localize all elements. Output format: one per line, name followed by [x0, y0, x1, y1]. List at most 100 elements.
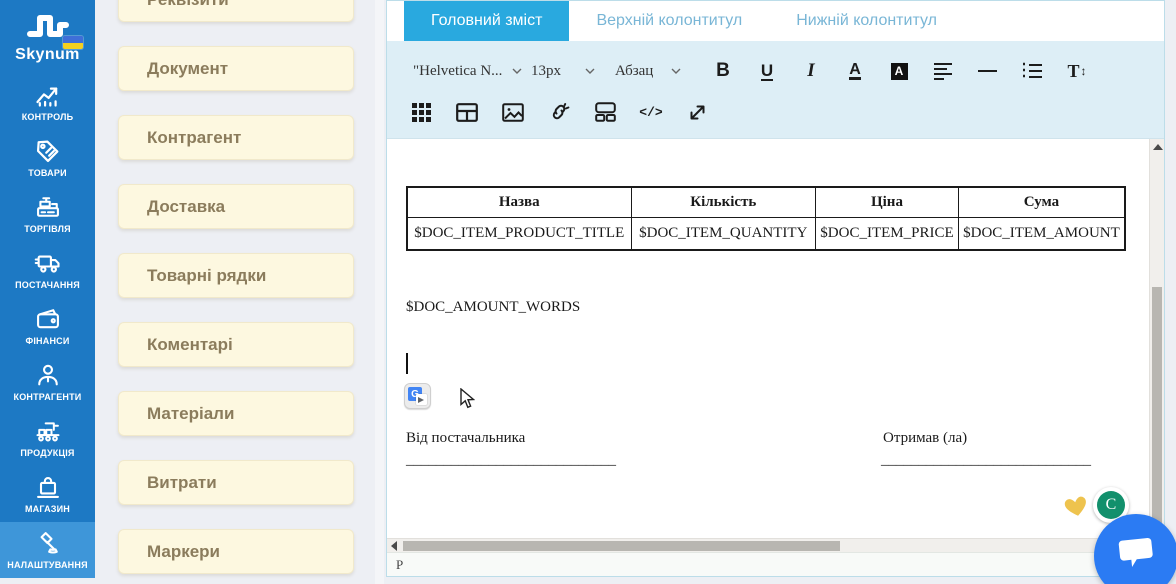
- section-button-markers[interactable]: Маркери: [118, 529, 354, 574]
- sidebar-item-label: ПРОДУКЦІЯ: [20, 448, 75, 458]
- person-icon: [1, 361, 94, 389]
- sidebar-item-counterparties[interactable]: КОНТРАГЕНТИ: [0, 354, 95, 410]
- section-button-expenses[interactable]: Витрати: [118, 460, 354, 505]
- text-color-glyph: A: [849, 61, 861, 80]
- column-header: Назва: [406, 186, 632, 218]
- signature-line: ____________________________: [881, 452, 1091, 468]
- text-color-button[interactable]: A: [845, 56, 865, 86]
- ordered-list-button[interactable]: [1021, 56, 1043, 86]
- vertical-scrollbar-thumb[interactable]: [1152, 287, 1162, 525]
- sections-scrollbar[interactable]: [375, 0, 384, 584]
- template-editor-panel: Головний зміст Верхній колонтитул Нижній…: [386, 0, 1165, 577]
- underline-button[interactable]: U: [757, 56, 777, 86]
- sidebar-item-settings[interactable]: НАЛАШТУВАННЯ: [0, 522, 95, 578]
- sidebar-item-trade[interactable]: ТОРГІВЛЯ: [0, 186, 95, 242]
- section-button-delivery[interactable]: Доставка: [118, 184, 354, 229]
- section-button-counterparty[interactable]: Контрагент: [118, 115, 354, 160]
- font-size-dropdown[interactable]: 13px: [521, 56, 605, 86]
- table-header-row: Назва Кількість Ціна Сума: [406, 186, 1126, 218]
- sidebar-item-control[interactable]: КОНТРОЛЬ: [0, 74, 95, 130]
- horizontal-scrollbar-thumb[interactable]: [403, 541, 840, 551]
- scroll-left-arrow-icon[interactable]: [391, 541, 397, 551]
- document-items-table: Назва Кількість Ціна Сума $DOC_ITEM_PROD…: [406, 186, 1126, 251]
- google-translate-icon[interactable]: G: [404, 383, 431, 409]
- section-button-label: Матеріали: [147, 403, 235, 423]
- tab-main-content[interactable]: Головний зміст: [404, 1, 570, 41]
- horizontal-rule-icon: [977, 69, 997, 73]
- received-by-label: Отримав (ла): [883, 430, 968, 446]
- tab-footer[interactable]: Нижній колонтитул: [769, 1, 964, 41]
- section-button-comments[interactable]: Коментарі: [118, 322, 354, 367]
- insert-image-button[interactable]: [501, 99, 525, 125]
- section-button-label: Коментарі: [147, 334, 233, 354]
- section-button-label: Реквізити: [147, 0, 229, 10]
- page-layout-button[interactable]: [593, 99, 617, 125]
- section-button-materials[interactable]: Матеріали: [118, 391, 354, 436]
- editor-content-area[interactable]: Назва Кількість Ціна Сума $DOC_ITEM_PROD…: [387, 138, 1164, 539]
- column-header: Сума: [957, 186, 1126, 218]
- heart-extension-icon[interactable]: [1063, 494, 1089, 518]
- sidebar-item-finance[interactable]: ФІНАНСИ: [0, 298, 95, 354]
- line-height-button[interactable]: T ↕: [1067, 56, 1087, 86]
- horizontal-scrollbar[interactable]: [387, 538, 1164, 552]
- sidebar-item-production[interactable]: ПРОДУКЦІЯ: [0, 410, 95, 466]
- background-color-button[interactable]: A: [889, 56, 909, 86]
- insert-grid-button[interactable]: [409, 99, 433, 125]
- amount-words-placeholder: $DOC_AMOUNT_WORDS: [406, 299, 581, 315]
- font-family-dropdown[interactable]: "Helvetica N...: [403, 56, 522, 86]
- shop-bag-icon: [1, 473, 94, 501]
- table-cell: $DOC_ITEM_PRICE: [815, 216, 959, 251]
- badge-letter: C: [1105, 496, 1117, 513]
- block-format-value: Абзац: [615, 62, 654, 79]
- sidebar: Skynum КОНТРОЛЬ ТОВАРИ ТОРГІВЛЯ ПОСТАЧАН…: [0, 0, 95, 578]
- sidebar-item-supply[interactable]: ПОСТАЧАННЯ: [0, 242, 95, 298]
- horizontal-rule-button[interactable]: [977, 56, 997, 86]
- insert-table-button[interactable]: [455, 99, 479, 125]
- block-format-dropdown[interactable]: Абзац: [605, 56, 691, 86]
- delivery-truck-icon: [1, 249, 94, 277]
- section-button-requisites[interactable]: Реквізити: [118, 0, 354, 22]
- unlink-button[interactable]: [547, 99, 571, 125]
- sidebar-item-label: ФІНАНСИ: [25, 336, 70, 346]
- card-stack-icon: [594, 102, 616, 122]
- sidebar-item-shop[interactable]: МАГАЗИН: [0, 466, 95, 522]
- section-button-label: Товарні рядки: [147, 265, 267, 285]
- chevron-down-icon: [671, 68, 681, 74]
- price-tag-icon: [1, 137, 94, 165]
- ukraine-flag-icon: [63, 36, 83, 49]
- section-button-product-rows[interactable]: Товарні рядки: [118, 253, 354, 298]
- up-down-arrow-icon: ↕: [1080, 64, 1087, 78]
- sidebar-item-label: КОНТРОЛЬ: [21, 112, 74, 122]
- tab-label: Верхній колонтитул: [596, 12, 743, 29]
- source-code-button[interactable]: </>: [639, 99, 663, 125]
- chevron-down-icon: [585, 68, 595, 74]
- table-row: $DOC_ITEM_PRODUCT_TITLE $DOC_ITEM_QUANTI…: [406, 216, 1126, 251]
- align-left-button[interactable]: [933, 56, 953, 86]
- section-button-label: Доставка: [147, 196, 226, 216]
- line-height-glyph: T: [1067, 60, 1080, 81]
- table-cell: $DOC_ITEM_AMOUNT: [957, 216, 1126, 251]
- font-family-value: "Helvetica N...: [413, 62, 503, 79]
- section-button-document[interactable]: Документ: [118, 46, 354, 91]
- section-button-label: Маркери: [147, 541, 221, 561]
- tab-header[interactable]: Верхній колонтитул: [569, 1, 769, 41]
- chat-bubble-icon: [1118, 538, 1153, 568]
- fullscreen-button[interactable]: [685, 99, 709, 125]
- sidebar-item-label: КОНТРАГЕНТИ: [13, 392, 82, 402]
- editor-toolbar: "Helvetica N... 13px Абзац B U I A A T ↕…: [387, 41, 1164, 138]
- broken-link-icon: [552, 103, 570, 120]
- vertical-scrollbar[interactable]: [1149, 139, 1164, 539]
- sidebar-item-goods[interactable]: ТОВАРИ: [0, 130, 95, 186]
- document-canvas[interactable]: Назва Кількість Ціна Сума $DOC_ITEM_PROD…: [387, 139, 1149, 538]
- cash-register-icon: [1, 193, 94, 221]
- scroll-up-arrow-icon[interactable]: [1153, 144, 1163, 150]
- sidebar-item-label: ТОВАРИ: [28, 168, 67, 178]
- chat-widget-button[interactable]: [1094, 514, 1176, 584]
- wallet-icon: [1, 305, 94, 333]
- italic-button[interactable]: I: [801, 56, 821, 86]
- bold-button[interactable]: B: [713, 56, 733, 86]
- sidebar-item-label: МАГАЗИН: [24, 504, 71, 514]
- skynum-logo[interactable]: Skynum: [0, 0, 95, 74]
- section-button-label: Документ: [147, 58, 229, 78]
- expand-icon: [690, 105, 704, 119]
